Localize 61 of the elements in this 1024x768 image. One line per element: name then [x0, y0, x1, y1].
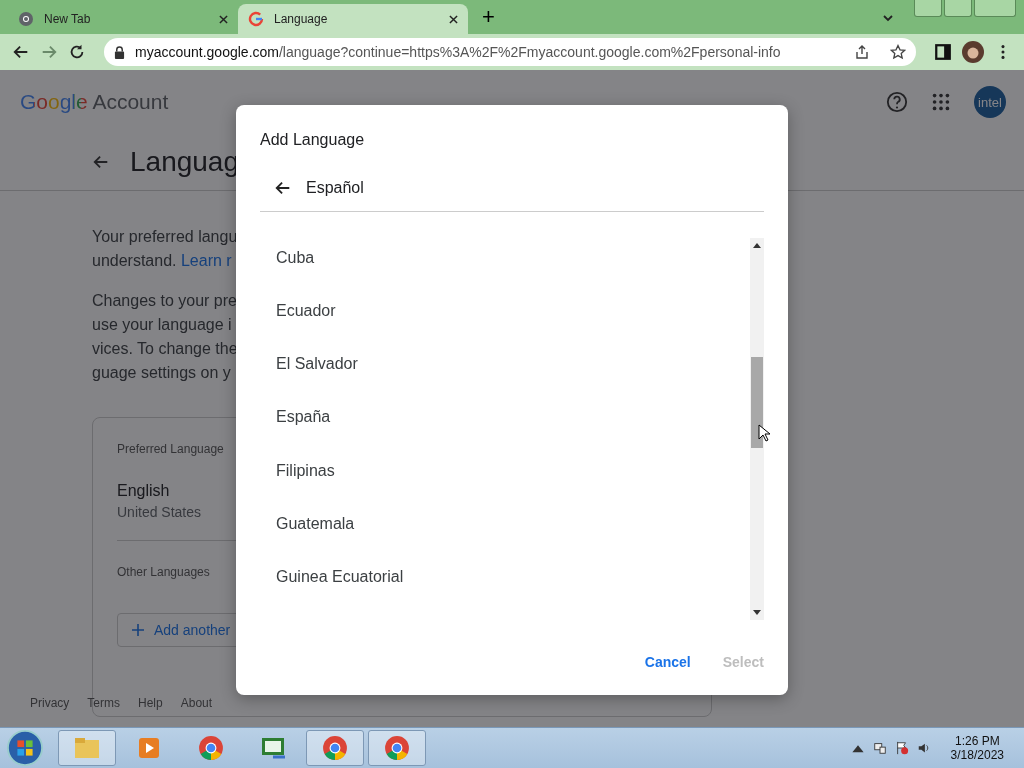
paragraph-line: Changes to your pre	[92, 291, 237, 311]
close-icon[interactable]	[449, 14, 458, 24]
scrollbar[interactable]	[750, 238, 764, 620]
google-g-icon	[248, 11, 264, 27]
flag-error-icon[interactable]	[894, 741, 909, 755]
selected-language: Español	[306, 179, 364, 197]
mouse-cursor-icon	[758, 424, 770, 442]
browser-tab[interactable]: Language	[238, 4, 468, 34]
region-option[interactable]: España	[276, 407, 750, 461]
paragraph-line: guage settings on y	[92, 363, 231, 383]
chevron-down-icon[interactable]	[882, 12, 894, 24]
start-button[interactable]	[6, 729, 44, 767]
forward-arrow-icon[interactable]	[40, 43, 58, 61]
star-icon[interactable]	[890, 44, 906, 60]
network-icon[interactable]	[872, 741, 887, 755]
region-option[interactable]: Cuba	[276, 248, 750, 302]
scroll-down-icon[interactable]	[753, 610, 761, 616]
share-icon[interactable]	[854, 44, 870, 60]
footer-link[interactable]: Terms	[87, 696, 120, 710]
taskbar-clock[interactable]: 1:26 PM 3/18/2023	[950, 734, 1004, 762]
dialog-button[interactable]: Cancel	[644, 650, 691, 674]
address-bar[interactable]: myaccount.google.com/language?continue=https%3A%2F%2Fmyaccount.google.com%2Fpersonal-info	[104, 38, 916, 66]
footer-link[interactable]: About	[180, 696, 213, 710]
region-option[interactable]: Guinea Ecuatorial	[276, 566, 750, 620]
reload-icon[interactable]	[68, 43, 86, 61]
language-name: English	[117, 482, 170, 500]
region-option[interactable]: Guatemala	[276, 513, 750, 567]
taskbar-button[interactable]	[306, 730, 364, 766]
taskbar-button[interactable]	[368, 730, 426, 766]
region-option[interactable]: Ecuador	[276, 301, 750, 355]
browser-tab[interactable]: New Tab	[8, 4, 238, 34]
side-panel-icon[interactable]	[934, 43, 952, 61]
dialog-title: Add Language	[260, 131, 366, 149]
new-tab-button[interactable]: +	[482, 4, 495, 30]
lock-icon	[114, 45, 125, 59]
close-icon[interactable]	[219, 14, 228, 24]
paragraph-line: vices. To change the	[92, 339, 238, 359]
folder-icon	[73, 735, 101, 761]
region-option[interactable]: Filipinas	[276, 460, 750, 514]
scrollbar-thumb[interactable]	[751, 357, 763, 448]
apps-grid-icon[interactable]	[930, 91, 952, 113]
chrome-icon	[18, 11, 34, 27]
help-icon[interactable]	[886, 91, 908, 113]
section-label: Preferred Language	[117, 442, 224, 456]
scroll-up-icon[interactable]	[753, 242, 761, 248]
page-heading: Languag	[130, 146, 239, 178]
chrome-icon	[197, 735, 225, 761]
profile-avatar-icon[interactable]	[962, 41, 984, 63]
back-arrow-icon[interactable]	[274, 179, 292, 197]
paragraph-line: understand. Learn r	[92, 251, 232, 271]
back-arrow-icon[interactable]	[12, 43, 30, 61]
paragraph-line: use your language i	[92, 315, 232, 335]
footer-link[interactable]: Privacy	[30, 696, 70, 710]
region-option[interactable]: El Salvador	[276, 354, 750, 408]
section-label: Other Languages	[117, 565, 210, 579]
chrome-icon	[383, 735, 411, 761]
language-region: United States	[117, 504, 202, 520]
chrome-icon	[321, 735, 349, 761]
plus-icon	[132, 624, 144, 636]
paragraph-line: Your preferred langu	[92, 227, 238, 247]
speaker-icon[interactable]	[916, 741, 931, 755]
